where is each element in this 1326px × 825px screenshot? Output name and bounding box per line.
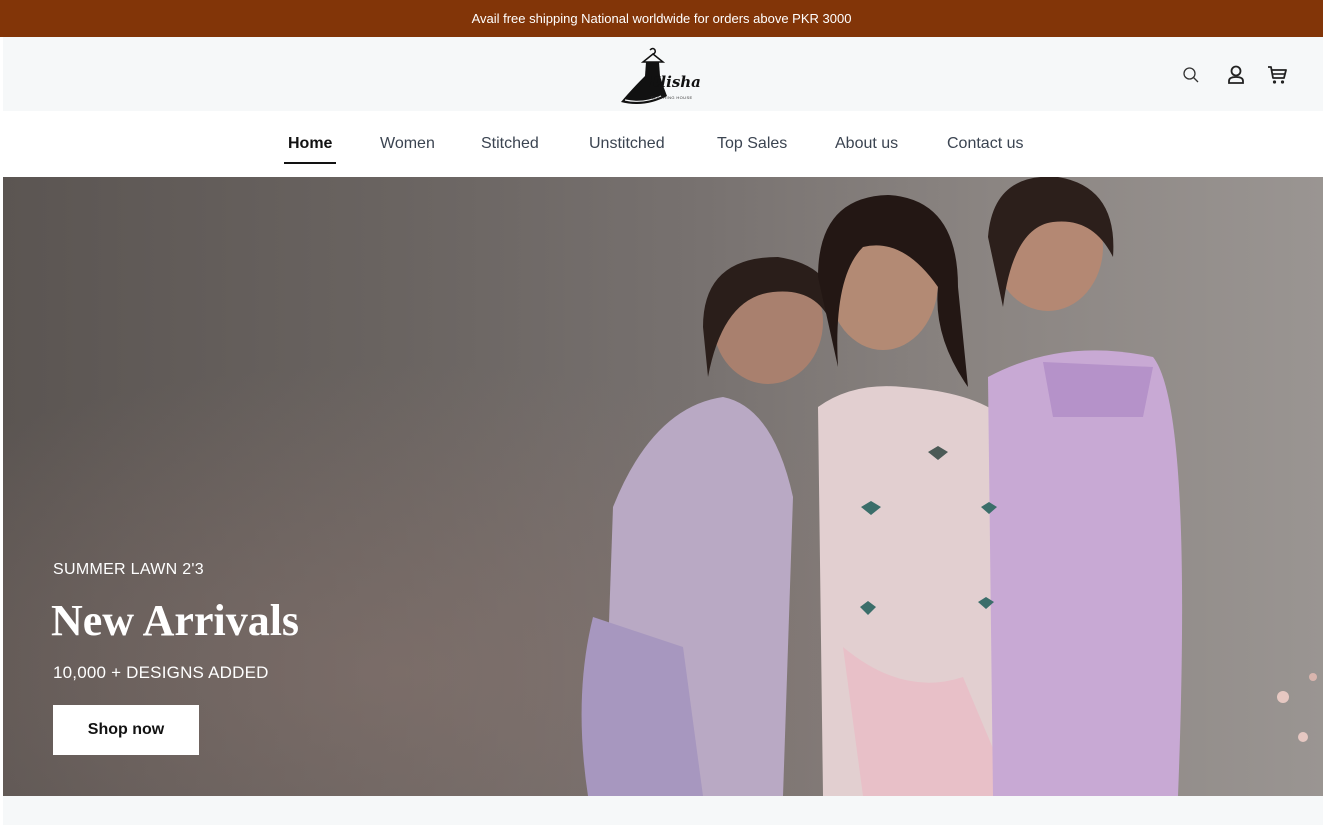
account-icon[interactable] [1224, 63, 1248, 87]
nav-label: Top Sales [717, 135, 788, 152]
main-navigation: Home Women Stitched Unstitched Top Sales… [3, 111, 1323, 177]
shop-now-button[interactable]: Shop now [53, 705, 199, 755]
search-icon[interactable] [1179, 63, 1203, 87]
hero-models-image [3, 177, 1323, 796]
hero-kicker: SUMMER LAWN 2'3 [53, 561, 204, 578]
announcement-text: Avail free shipping National worldwide f… [471, 11, 852, 26]
site-header: Elisha CLOTHING HOUSE [3, 37, 1323, 111]
nav-label: Women [380, 135, 435, 152]
active-indicator [284, 162, 337, 164]
nav-label: About us [835, 135, 899, 152]
announcement-bar: Avail free shipping National worldwide f… [0, 0, 1323, 37]
nav-item-unstitched[interactable]: Unstitched [589, 135, 665, 153]
nav-label: Contact us [947, 135, 1024, 152]
nav-item-home[interactable]: Home [284, 135, 337, 164]
nav-label: Stitched [481, 135, 539, 152]
below-hero-section [3, 796, 1323, 825]
hero-banner: SUMMER LAWN 2'3 New Arrivals 10,000 + DE… [3, 177, 1323, 796]
page: Avail free shipping National worldwide f… [0, 0, 1326, 825]
cart-icon[interactable] [1265, 63, 1289, 87]
hero-subtitle: 10,000 + DESIGNS ADDED [53, 663, 269, 682]
hero-title: New Arrivals [51, 596, 300, 645]
nav-item-contact-us[interactable]: Contact us [947, 135, 1023, 153]
nav-item-top-sales[interactable]: Top Sales [717, 135, 787, 153]
nav-label: Unstitched [589, 135, 665, 152]
nav-item-about-us[interactable]: About us [835, 135, 898, 153]
nav-item-women[interactable]: Women [380, 135, 435, 153]
nav-item-stitched[interactable]: Stitched [481, 135, 539, 153]
shop-now-label: Shop now [87, 721, 165, 738]
nav-label: Home [288, 135, 333, 152]
logo-wordmark: Elisha [649, 73, 701, 91]
logo-tagline: CLOTHING HOUSE [651, 95, 693, 100]
site-logo[interactable]: Elisha CLOTHING HOUSE [615, 46, 711, 110]
